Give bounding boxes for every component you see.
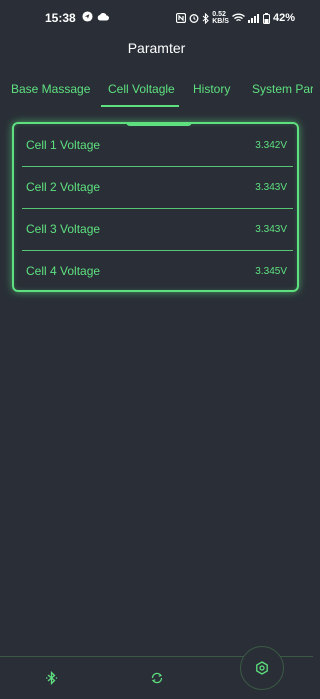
cell-voltage-label: Cell 2 Voltage [26,180,101,194]
nav-settings-button[interactable] [240,646,284,690]
list-item: Cell 4 Voltage 3.345V [22,250,293,292]
list-item: Cell 3 Voltage 3.343V [22,208,293,250]
list-item: Cell 1 Voltage 3.342V [22,124,293,166]
cell-voltage-value: 3.342V [255,139,287,151]
network-speed-unit: KB/S [212,18,229,25]
bluetooth-status-icon [202,12,210,24]
status-time: 15:38 [45,11,76,25]
cell-voltage-label: Cell 1 Voltage [26,138,101,152]
tab-base-massage[interactable]: Base Massage [11,82,90,96]
battery-percent: 42% [272,12,295,24]
tab-history[interactable]: History [193,82,230,96]
status-bar: 15:38 0.52 KB/S 42% [0,0,313,34]
active-tab-indicator [101,105,179,107]
tab-cell-voltagle[interactable]: Cell Voltagle [108,82,175,96]
wifi-icon [232,13,245,23]
nfc-icon [176,13,187,23]
alarm-icon [189,13,199,23]
battery-icon [262,12,270,24]
network-speed-value: 0.52 [212,11,226,18]
tab-system-para[interactable]: System Para [252,82,313,96]
refresh-icon [150,671,164,685]
settings-icon [255,661,269,675]
nav-bluetooth-button[interactable] [42,668,62,688]
list-item: Cell 2 Voltage 3.343V [22,166,293,208]
status-left-icons [82,11,109,22]
cell-voltage-value: 3.345V [255,265,287,277]
cell-voltage-value: 3.343V [255,181,287,193]
tab-bar: Base Massage Cell Voltagle History Syste… [0,82,313,110]
cell-voltage-card: Cell 1 Voltage 3.342V Cell 2 Voltage 3.3… [12,122,299,292]
navigation-icon [82,11,93,22]
signal-icon [247,13,260,23]
network-speed: 0.52 KB/S [212,11,229,25]
cell-voltage-value: 3.343V [255,223,287,235]
cell-voltage-label: Cell 3 Voltage [26,222,101,236]
bluetooth-icon [45,671,59,685]
cell-voltage-label: Cell 4 Voltage [26,264,101,278]
page-title: Paramter [127,40,186,56]
cloud-icon [97,12,109,21]
status-right-icons: 0.52 KB/S 42% [176,11,295,25]
nav-refresh-button[interactable] [147,668,167,688]
